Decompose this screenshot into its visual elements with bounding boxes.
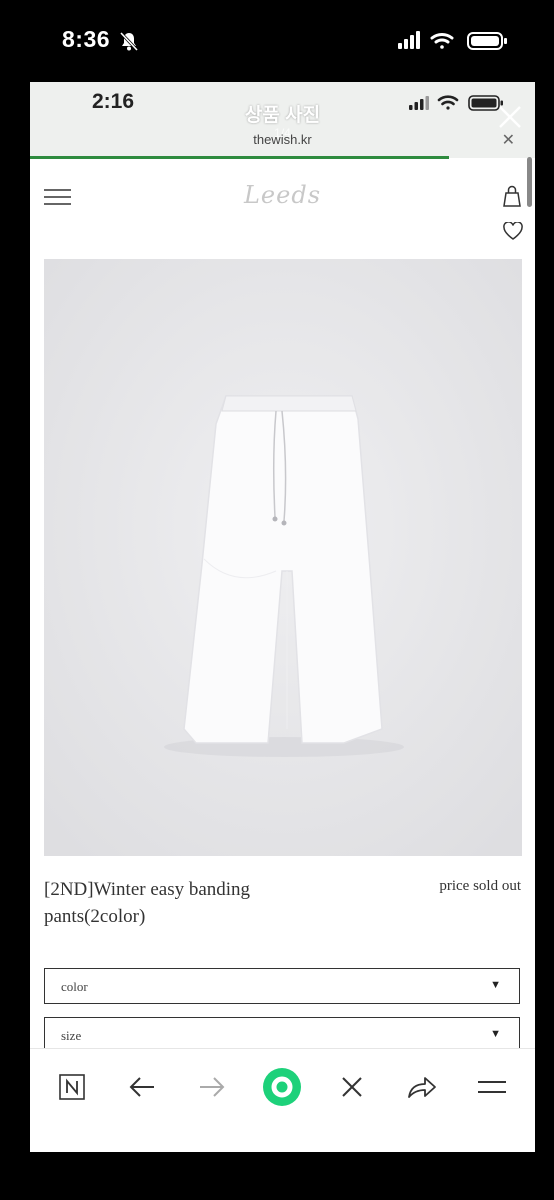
inner-screenshot: 2:16 상품 사진 1/4 thewish.kr ✕ Leeds [2ND]W… — [30, 82, 535, 1152]
close-tab-icon[interactable] — [332, 1067, 372, 1107]
site-header: Leeds — [30, 159, 535, 217]
forward-arrow-icon[interactable] — [192, 1067, 232, 1107]
color-select-label: color — [61, 979, 88, 994]
back-arrow-icon[interactable] — [122, 1067, 162, 1107]
dropdown-arrow-icon: ▼ — [490, 1028, 501, 1040]
site-logo[interactable]: Leeds — [30, 181, 535, 209]
silent-bell-icon — [118, 30, 140, 57]
share-icon[interactable] — [402, 1067, 442, 1107]
dropdown-arrow-icon: ▼ — [490, 979, 501, 991]
product-photo[interactable] — [44, 259, 522, 856]
browser-toolbar — [30, 1048, 535, 1152]
size-select-label: size — [61, 1028, 82, 1043]
cellular-signal-icon — [398, 31, 420, 49]
photo-viewer-title: 상품 사진 — [244, 105, 321, 126]
battery-icon — [467, 32, 507, 50]
menu-icon[interactable] — [472, 1067, 512, 1107]
home-indicator[interactable] — [163, 1140, 373, 1147]
scrollbar[interactable] — [527, 157, 532, 207]
outer-status-icons — [398, 30, 510, 57]
shopping-bag-icon[interactable] — [503, 185, 521, 212]
green-assistant-icon[interactable] — [262, 1067, 302, 1107]
wifi-icon — [430, 33, 454, 49]
color-select[interactable]: color ▼ — [44, 968, 520, 1004]
browser-url[interactable]: thewish.kr — [30, 132, 535, 147]
white-pants-image — [44, 259, 522, 856]
product-title: [2ND]Winter easy banding pants(2color) — [44, 879, 251, 927]
price-status: price sold out — [439, 878, 521, 894]
outer-status-time: 8:36 — [62, 26, 111, 52]
url-close-icon[interactable]: ✕ — [502, 130, 515, 150]
naver-n-icon[interactable] — [52, 1067, 92, 1107]
viewer-close-icon[interactable] — [497, 104, 523, 130]
wishlist-heart-icon[interactable] — [503, 221, 523, 245]
